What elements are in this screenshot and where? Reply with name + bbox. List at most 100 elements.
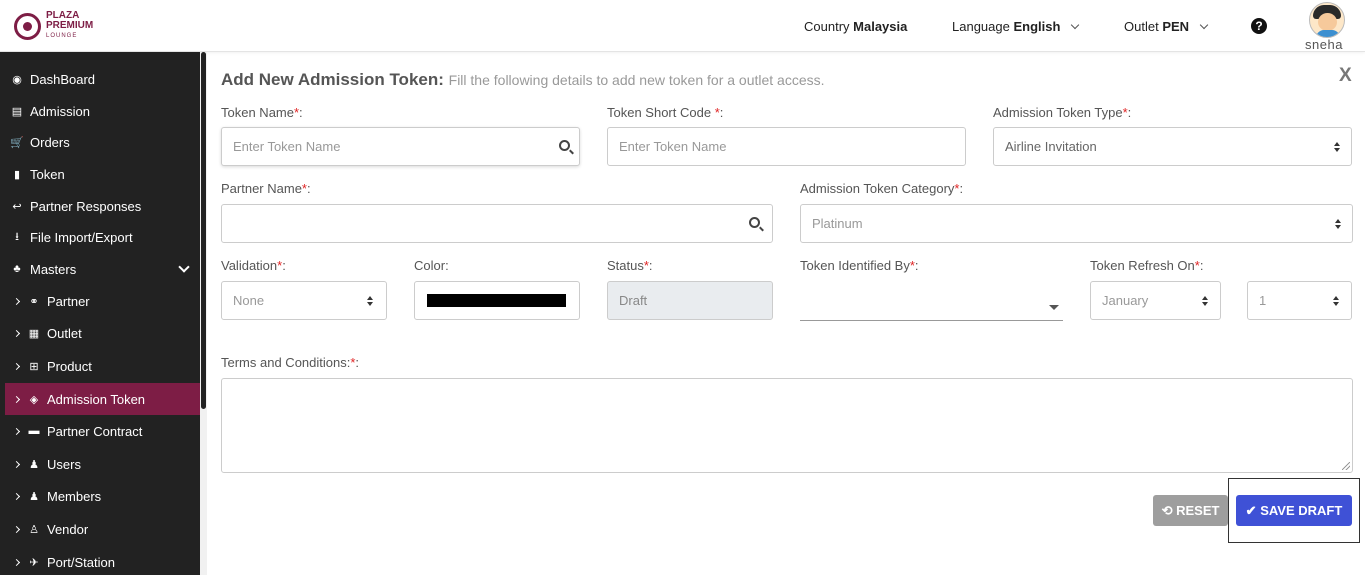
color-swatch[interactable] xyxy=(427,294,566,307)
search-icon[interactable] xyxy=(749,217,760,228)
outlet-label: Outlet xyxy=(1124,19,1159,34)
terms-label: Terms and Conditions:*: xyxy=(221,355,360,370)
sidebar-item-masters[interactable]: ♣ Masters xyxy=(0,253,200,285)
sidebar-item-partner[interactable]: ⚭ Partner xyxy=(0,285,200,317)
search-icon[interactable] xyxy=(559,140,570,151)
admission-token-type-label: Admission Token Type*: xyxy=(993,105,1132,120)
sidebar: ◉ DashBoard ▤ Admission 🛒 Orders ▮ Token… xyxy=(0,52,200,575)
page-title: Add New Admission Token: Fill the follow… xyxy=(221,70,825,90)
partner-name-input[interactable] xyxy=(221,204,773,243)
plaza-premium-logo[interactable]: PLAZA PREMIUM LOUNGE xyxy=(14,11,93,41)
sidebar-item-orders[interactable]: 🛒 Orders xyxy=(0,126,200,158)
sidebar-item-token[interactable]: ▮ Token xyxy=(0,158,200,190)
color-label: Color: xyxy=(414,258,449,273)
sidebar-scrollbar-thumb[interactable] xyxy=(201,52,206,409)
token-refresh-on-label: Token Refresh On*: xyxy=(1090,258,1204,273)
sidebar-item-admission[interactable]: ▤ Admission xyxy=(0,95,200,127)
chevron-right-icon xyxy=(12,525,21,533)
sidebar-item-partner-responses[interactable]: ↩ Partner Responses xyxy=(0,190,200,222)
avatar[interactable] xyxy=(1309,2,1345,38)
sidebar-item-vendor[interactable]: ♙ Vendor xyxy=(0,513,200,545)
form-subtitle: Fill the following details to add new to… xyxy=(448,72,825,88)
admission-token-category-select[interactable]: Platinum xyxy=(800,204,1353,243)
plane-icon: ✈ xyxy=(29,556,39,569)
sitemap-icon: ♣ xyxy=(13,263,21,275)
caret-down-icon[interactable] xyxy=(1049,305,1059,310)
building-icon: ▦ xyxy=(28,327,40,340)
admission-token-form: Add New Admission Token: Fill the follow… xyxy=(207,52,1365,575)
sidebar-item-label: DashBoard xyxy=(30,71,96,87)
reply-icon: ↩ xyxy=(12,200,22,213)
language-selector[interactable]: Language English xyxy=(952,19,1080,34)
token-identified-by-label: Token Identified By*: xyxy=(800,258,919,273)
sidebar-item-product[interactable]: ⊞ Product xyxy=(0,350,200,382)
file-icon: ▮ xyxy=(13,168,21,181)
admission-token-category-label: Admission Token Category*: xyxy=(800,181,964,196)
chevron-down-icon xyxy=(1070,20,1080,30)
chevron-right-icon xyxy=(12,492,21,500)
validation-label: Validation*: xyxy=(221,258,286,273)
gift-icon: ⊞ xyxy=(29,360,39,373)
reset-button[interactable]: ⟲ RESET xyxy=(1153,495,1228,526)
token-name-label: Token Name*: xyxy=(221,105,303,120)
country-value: Malaysia xyxy=(853,19,908,34)
sidebar-item-label: Orders xyxy=(30,134,70,150)
token-name-input[interactable]: Enter Token Name xyxy=(221,127,580,166)
sidebar-item-label: Partner Responses xyxy=(30,198,142,214)
sidebar-item-outlet[interactable]: ▦ Outlet xyxy=(0,317,200,349)
save-draft-button[interactable]: ✔ SAVE DRAFT xyxy=(1236,495,1352,526)
undo-icon: ⟲ xyxy=(1161,503,1173,518)
sidebar-item-partner-contract[interactable]: ▬ Partner Contract xyxy=(0,415,200,447)
close-button[interactable]: X xyxy=(1339,65,1352,87)
sidebar-item-users[interactable]: ♟ Users xyxy=(0,448,200,480)
check-icon: ✔ xyxy=(1245,503,1257,518)
token-identified-by-select[interactable] xyxy=(800,320,1063,321)
token-short-code-input[interactable]: Enter Token Name xyxy=(607,127,966,166)
top-header: PLAZA PREMIUM LOUNGE Country Malaysia La… xyxy=(0,0,1365,52)
sidebar-item-label: Admission xyxy=(30,103,90,119)
sidebar-item-port-station[interactable]: ✈ Port/Station xyxy=(0,546,200,578)
status-field: Draft xyxy=(607,281,773,320)
logo-line-3: LOUNGE xyxy=(46,33,78,39)
sidebar-item-label: File Import/Export xyxy=(30,229,133,245)
sidebar-item-dashboard[interactable]: ◉ DashBoard xyxy=(0,63,200,95)
sidebar-item-admission-token[interactable]: ◈ Admission Token xyxy=(5,383,200,415)
chevron-down-icon xyxy=(178,261,190,273)
sidebar-item-label: Outlet xyxy=(47,325,82,341)
validation-select[interactable]: None xyxy=(221,281,387,320)
dashboard-icon: ◉ xyxy=(12,73,22,86)
outlet-selector[interactable]: Outlet PEN xyxy=(1124,19,1208,34)
id-card-icon: ▤ xyxy=(11,105,23,118)
chevron-right-icon xyxy=(12,362,21,370)
sidebar-item-label: Users xyxy=(47,456,81,472)
download-icon: ⭳ xyxy=(15,230,19,243)
resize-handle[interactable] xyxy=(1342,462,1350,470)
cart-icon: 🛒 xyxy=(10,136,24,149)
sidebar-item-label: Admission Token xyxy=(47,391,146,407)
sidebar-item-label: Partner xyxy=(47,293,90,309)
logo-line-2: PREMIUM xyxy=(46,20,94,31)
form-title: Add New Admission Token: xyxy=(221,70,444,89)
token-short-code-label: Token Short Code *: xyxy=(607,105,724,120)
terms-textarea[interactable] xyxy=(221,378,1353,473)
language-value: English xyxy=(1013,19,1061,34)
briefcase-icon: ▬ xyxy=(28,425,40,437)
username: sneha xyxy=(1305,37,1343,52)
chevron-right-icon xyxy=(12,558,21,566)
chevron-down-icon xyxy=(1199,20,1208,30)
sidebar-item-label: Masters xyxy=(30,261,77,277)
sidebar-item-members[interactable]: ♟ Members xyxy=(0,480,200,512)
logo-icon xyxy=(14,12,41,40)
sidebar-item-label: Vendor xyxy=(47,521,89,537)
sidebar-item-label: Members xyxy=(47,488,102,504)
partner-name-label: Partner Name*: xyxy=(221,181,311,196)
admission-token-type-select[interactable]: Airline Invitation xyxy=(993,127,1352,166)
sidebar-item-label: Product xyxy=(47,358,92,374)
sidebar-item-label: Token xyxy=(30,166,65,182)
sort-icon xyxy=(1202,296,1208,306)
chevron-right-icon xyxy=(12,460,21,468)
help-icon[interactable]: ? xyxy=(1251,18,1267,34)
country-selector[interactable]: Country Malaysia xyxy=(804,19,907,34)
sidebar-item-file-import-export[interactable]: ⭳ File Import/Export xyxy=(0,221,200,253)
sidebar-item-label: Partner Contract xyxy=(47,423,143,439)
